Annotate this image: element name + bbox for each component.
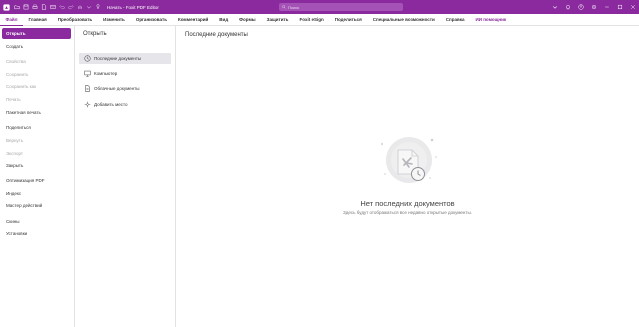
window-title: Начать - Foxit PDF Editor [107,4,159,10]
window-controls [548,0,639,14]
chevron-down-icon[interactable] [548,0,561,14]
open-panel-title: Открыть [83,31,107,37]
location-label: Добавить место [94,102,128,107]
app-logo-icon [3,3,10,11]
close-icon[interactable] [626,0,639,14]
location-recent-documents[interactable]: Последние документы [79,53,171,64]
file-sidebar: Открыть Создать Свойства Сохранить Сохра… [0,26,75,327]
monitor-icon [84,70,91,77]
tab-protect[interactable]: Защитить [261,14,294,26]
sidebar-item-skins[interactable]: Скины [2,216,71,227]
undo-icon[interactable] [59,4,65,10]
search-placeholder: Поиск [288,4,300,10]
email-icon[interactable] [50,4,56,10]
title-bar: Начать - Foxit PDF Editor Поиск [0,0,639,14]
save-icon[interactable] [23,4,29,10]
page-title: Последние документы [185,32,248,38]
redo-icon[interactable] [68,4,74,10]
sidebar-item-preferences[interactable]: Установки [2,228,71,239]
tab-home[interactable]: Главная [23,14,52,26]
tab-edit[interactable]: Изменить [98,14,131,26]
sidebar-item-print[interactable]: Печать [2,94,71,105]
sidebar-item-batch-print[interactable]: Пакетная печать [2,107,71,118]
hand-tool-icon[interactable] [77,4,83,10]
sidebar-item-index[interactable]: Индекс [2,188,71,199]
tab-file[interactable]: Файл [0,14,23,26]
tab-comment[interactable]: Комментарий [172,14,213,26]
tab-convert[interactable]: Преобразовать [52,14,97,26]
tab-esign[interactable]: Foxit eSign [294,14,329,26]
sidebar-item-export[interactable]: Экспорт [2,148,71,159]
search-input[interactable]: Поиск [279,3,403,11]
sidebar-item-save-as[interactable]: Сохранить как [2,81,71,92]
sidebar-item-open[interactable]: Открыть [2,28,71,39]
sidebar-item-action-wizard[interactable]: Мастер действий [2,200,71,211]
search-icon [282,5,286,9]
menu-tabs: Файл Главная Преобразовать Изменить Орга… [0,14,639,26]
bell-icon[interactable] [561,0,574,14]
sidebar-item-properties[interactable]: Свойства [2,56,71,67]
chevron-down-icon[interactable] [86,4,92,10]
tab-ai-assistant[interactable]: ИИ помощник [470,14,512,26]
sidebar-item-create[interactable]: Создать [2,41,71,52]
location-label: Последние документы [94,56,142,61]
minimize-icon[interactable] [600,0,613,14]
tab-share[interactable]: Поделиться [329,14,367,26]
tab-organize[interactable]: Организовать [130,14,172,26]
clock-icon [84,55,91,62]
tab-accessibility[interactable]: Специальные возможности [367,14,440,26]
empty-state-illustration-icon [381,137,437,183]
empty-state-title: Нет последних документов [360,199,455,208]
new-document-icon[interactable] [41,4,47,10]
tab-view[interactable]: Вид [214,14,234,26]
maximize-icon[interactable] [613,0,626,14]
location-computer[interactable]: Компьютер [79,68,171,79]
cloud-document-icon [85,85,90,92]
sidebar-item-close[interactable]: Закрыть [2,160,71,171]
pin-icon[interactable] [95,4,101,10]
tab-help[interactable]: Справка [440,14,470,26]
location-label: Компьютер [94,71,118,76]
tab-forms[interactable]: Формы [234,14,261,26]
quick-access-toolbar [14,4,101,10]
recent-documents-view: Последние документы Нет последних докуме… [176,26,639,327]
sidebar-item-optimize-pdf[interactable]: Оптимизация PDF [2,175,71,186]
sidebar-item-share[interactable]: Поделиться [2,122,71,133]
sidebar-item-revert[interactable]: Вернуть [2,135,71,146]
settings-icon[interactable] [587,0,600,14]
sidebar-item-save[interactable]: Сохранить [2,69,71,80]
open-folder-icon[interactable] [14,4,20,10]
open-locations-panel: Открыть Последние документы Компьютер Об… [75,26,176,327]
print-icon[interactable] [32,4,38,10]
location-add-place[interactable]: Добавить место [79,99,171,110]
location-cloud-documents[interactable]: Облачные документы [79,83,171,94]
account-icon[interactable] [574,0,587,14]
empty-state-subtitle: Здесь будут отображаться все недавно отк… [343,210,472,215]
location-label: Облачные документы [94,86,140,91]
add-place-icon [84,101,91,108]
